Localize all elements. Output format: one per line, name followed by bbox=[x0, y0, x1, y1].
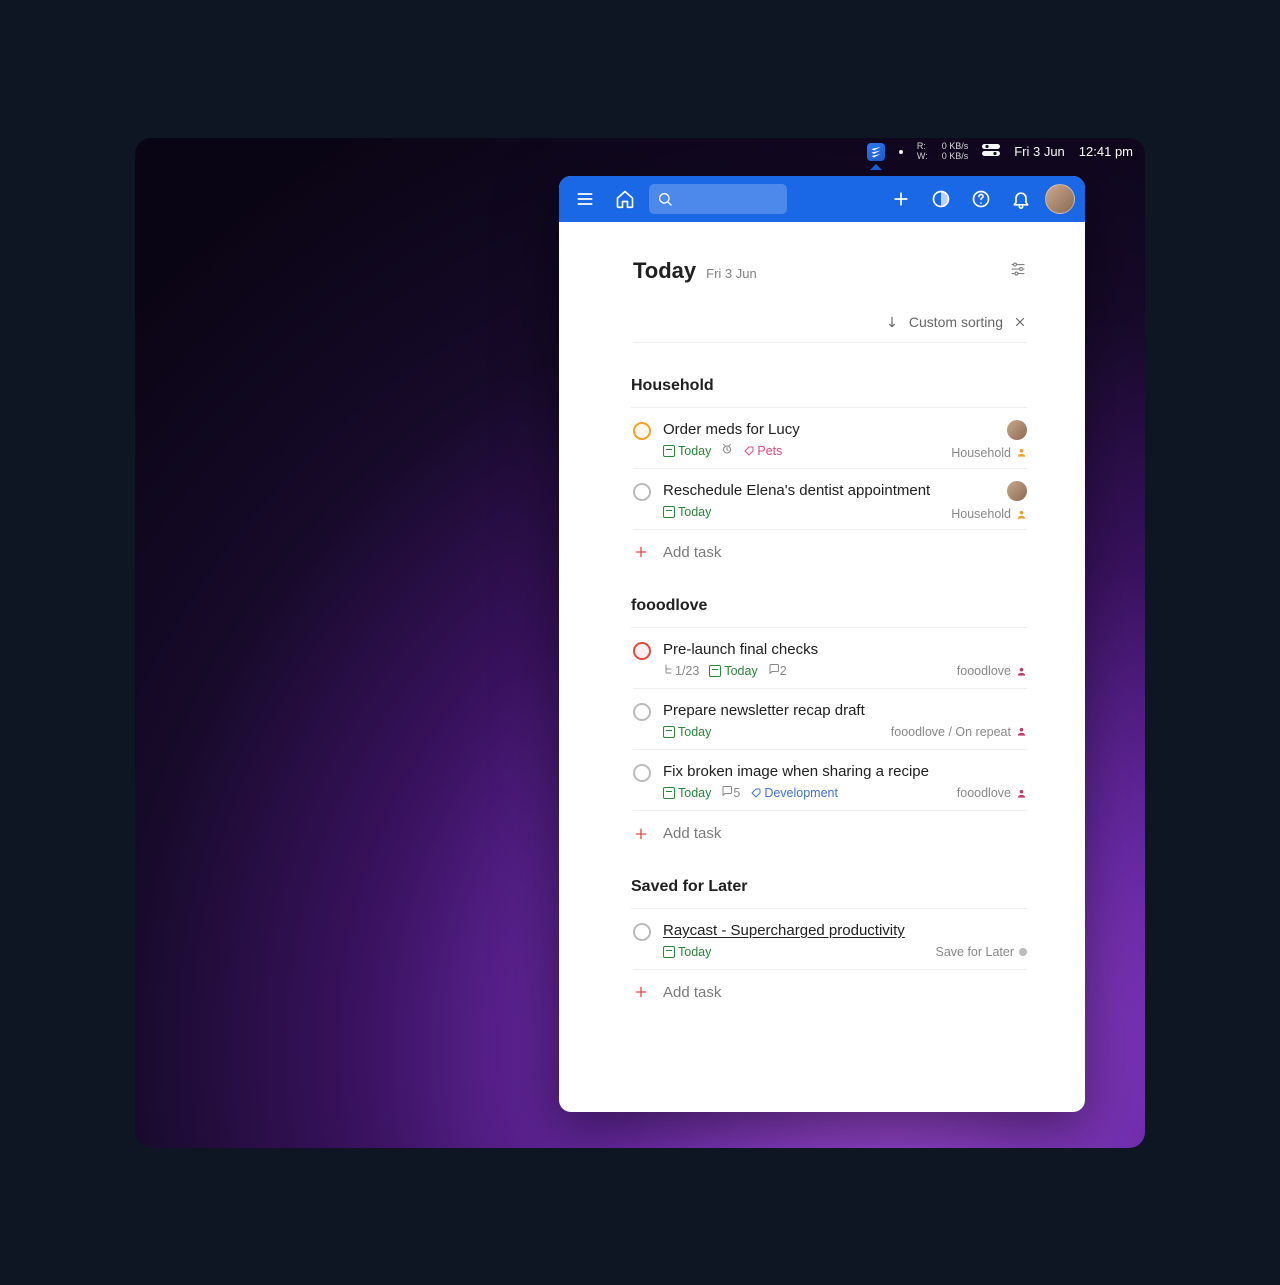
view-date: Fri 3 Jun bbox=[706, 266, 757, 281]
network-speed-indicator: 0 KB/s 0 KB/s bbox=[942, 142, 969, 161]
task-title: Pre-launch final checks bbox=[663, 640, 1027, 660]
calendar-icon bbox=[663, 787, 675, 799]
app-header bbox=[559, 176, 1085, 222]
section-saved-for-later: Saved for Later Raycast - Supercharged p… bbox=[633, 878, 1027, 1003]
view-title: Today bbox=[633, 258, 696, 284]
task-item[interactable]: Order meds for Lucy Today Pets Household bbox=[633, 408, 1027, 470]
calendar-icon bbox=[663, 506, 675, 518]
calendar-icon bbox=[663, 445, 675, 457]
task-project[interactable]: fooodlove / On repeat bbox=[891, 725, 1027, 739]
search-input[interactable] bbox=[649, 184, 787, 214]
subtask-count: 1/23 bbox=[663, 663, 699, 678]
project-color-dot bbox=[1019, 948, 1027, 956]
sort-label[interactable]: Custom sorting bbox=[909, 314, 1003, 330]
section-fooodlove: fooodlove Pre-launch final checks 1/23 T… bbox=[633, 597, 1027, 845]
today-view: Today Fri 3 Jun Custom sorting Household… bbox=[559, 222, 1085, 1112]
calendar-icon bbox=[709, 665, 721, 677]
task-checkbox[interactable] bbox=[633, 422, 651, 440]
disk-rw-indicator: R: W: bbox=[917, 142, 928, 161]
todoist-tray-icon[interactable] bbox=[867, 143, 885, 161]
section-title[interactable]: fooodlove bbox=[631, 597, 1027, 628]
task-title: Fix broken image when sharing a recipe bbox=[663, 762, 1027, 782]
comments-count[interactable]: 2 bbox=[768, 663, 787, 678]
task-project[interactable]: fooodlove bbox=[957, 664, 1027, 678]
macos-menubar: R: W: 0 KB/s 0 KB/s Fri 3 Jun 12:41 pm bbox=[855, 138, 1145, 166]
help-icon[interactable] bbox=[965, 183, 997, 215]
close-sort-icon[interactable] bbox=[1013, 315, 1027, 329]
task-project[interactable]: fooodlove bbox=[957, 786, 1027, 800]
desktop-wallpaper: R: W: 0 KB/s 0 KB/s Fri 3 Jun 12:41 pm bbox=[135, 138, 1145, 1148]
reminder-icon bbox=[721, 443, 733, 458]
task-item[interactable]: Fix broken image when sharing a recipe T… bbox=[633, 750, 1027, 812]
task-item[interactable]: Prepare newsletter recap draft Today foo… bbox=[633, 689, 1027, 750]
task-project[interactable]: Save for Later bbox=[935, 945, 1027, 959]
sort-bar: Custom sorting bbox=[633, 314, 1027, 343]
section-household: Household Order meds for Lucy Today Pets bbox=[633, 377, 1027, 563]
view-options-icon[interactable] bbox=[1009, 260, 1027, 283]
task-checkbox[interactable] bbox=[633, 483, 651, 501]
task-project[interactable]: Household bbox=[951, 446, 1027, 460]
add-task-button[interactable]: Add task bbox=[633, 970, 1027, 1003]
menu-icon[interactable] bbox=[569, 183, 601, 215]
section-title[interactable]: Household bbox=[631, 377, 1027, 408]
section-title[interactable]: Saved for Later bbox=[631, 878, 1027, 909]
task-item[interactable]: Pre-launch final checks 1/23 Today 2 foo… bbox=[633, 628, 1027, 690]
status-dot-icon bbox=[899, 150, 903, 154]
task-title[interactable]: Raycast - Supercharged productivity bbox=[663, 921, 1027, 941]
assignee-avatar[interactable] bbox=[1007, 420, 1027, 440]
tag-pets[interactable]: Pets bbox=[743, 444, 782, 458]
task-project[interactable]: Household bbox=[951, 507, 1027, 521]
task-checkbox[interactable] bbox=[633, 703, 651, 721]
user-avatar[interactable] bbox=[1045, 184, 1075, 214]
assignee-avatar[interactable] bbox=[1007, 481, 1027, 501]
add-task-button[interactable]: Add task bbox=[633, 530, 1027, 563]
home-icon[interactable] bbox=[609, 183, 641, 215]
task-item[interactable]: Raycast - Supercharged productivity Toda… bbox=[633, 909, 1027, 970]
task-checkbox[interactable] bbox=[633, 764, 651, 782]
comments-count[interactable]: 5 bbox=[721, 785, 740, 800]
task-checkbox[interactable] bbox=[633, 923, 651, 941]
tag-development[interactable]: Development bbox=[750, 786, 838, 800]
sort-arrow-icon bbox=[885, 315, 899, 329]
add-task-icon[interactable] bbox=[885, 183, 917, 215]
calendar-icon bbox=[663, 726, 675, 738]
add-task-button[interactable]: Add task bbox=[633, 811, 1027, 844]
todoist-panel: Today Fri 3 Jun Custom sorting Household… bbox=[559, 176, 1085, 1112]
notifications-icon[interactable] bbox=[1005, 183, 1037, 215]
task-title: Prepare newsletter recap draft bbox=[663, 701, 1027, 721]
control-center-icon[interactable] bbox=[982, 144, 1000, 159]
menubar-date[interactable]: Fri 3 Jun bbox=[1014, 144, 1065, 159]
task-item[interactable]: Reschedule Elena's dentist appointment T… bbox=[633, 469, 1027, 530]
productivity-icon[interactable] bbox=[925, 183, 957, 215]
task-checkbox[interactable] bbox=[633, 642, 651, 660]
calendar-icon bbox=[663, 946, 675, 958]
menubar-time[interactable]: 12:41 pm bbox=[1079, 144, 1133, 159]
